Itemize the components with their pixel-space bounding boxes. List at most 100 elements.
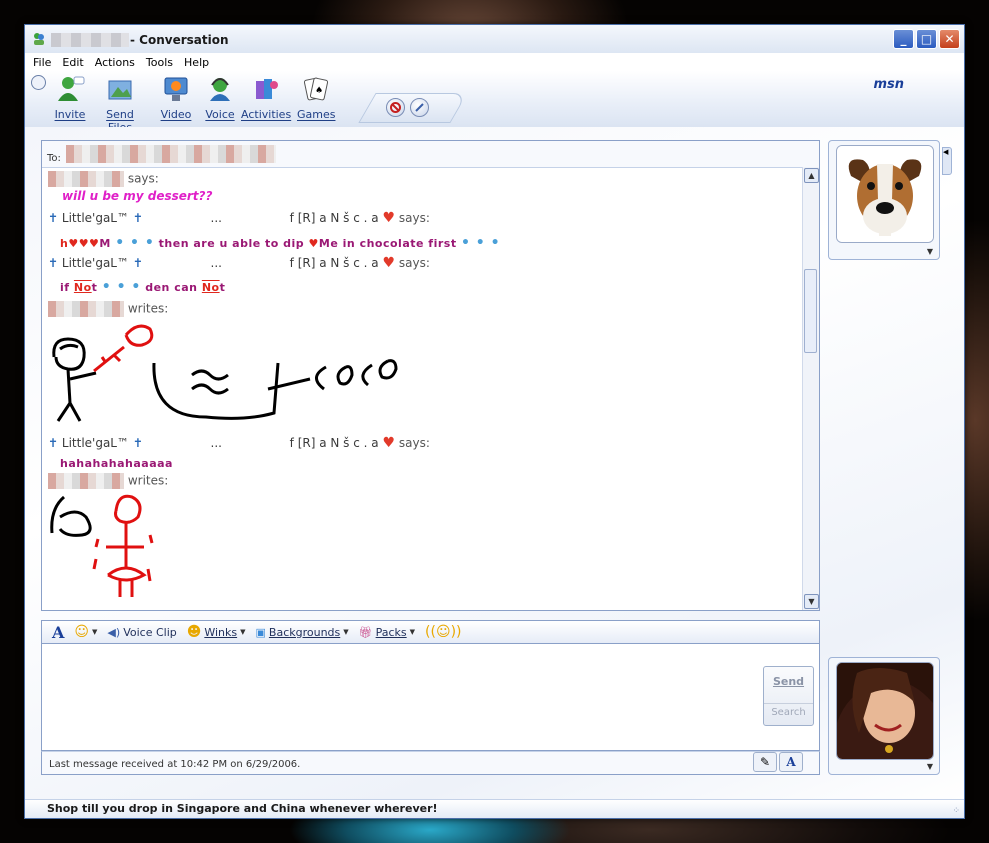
picture-icon: ▣ bbox=[255, 625, 266, 639]
ad-link[interactable]: Shop till you drop in Singapore and Chin… bbox=[47, 802, 438, 815]
heart-icon: ♥ bbox=[382, 255, 396, 271]
last-message-status: Last message received at 10:42 PM on 6/2… bbox=[49, 759, 301, 770]
voice-label: Voice bbox=[205, 108, 235, 121]
writes-label: writes: bbox=[127, 473, 169, 488]
send-button[interactable]: Send Search bbox=[763, 666, 814, 726]
profile-photo bbox=[837, 663, 933, 759]
games-label: Games bbox=[297, 108, 336, 121]
scroll-down-icon[interactable]: ▼ bbox=[804, 594, 819, 609]
own-avatar-panel: ▼ bbox=[828, 657, 940, 775]
voice-clip-button[interactable]: ◀) Voice Clip bbox=[107, 626, 176, 639]
font-icon[interactable]: A bbox=[52, 623, 64, 642]
contact-avatar[interactable] bbox=[836, 145, 934, 243]
recipient-name-redacted bbox=[66, 145, 276, 163]
packs-button[interactable]: 🎁︎ Packs ▼ bbox=[359, 626, 415, 639]
message-part: t bbox=[91, 281, 98, 294]
sender-name-redacted bbox=[48, 473, 124, 489]
invite-button[interactable]: Invite bbox=[53, 75, 87, 121]
handwriting-mode-icon[interactable]: ✎ bbox=[753, 752, 777, 772]
says-label: says: bbox=[127, 171, 159, 186]
menu-help[interactable]: Help bbox=[184, 56, 209, 69]
menu-tools[interactable]: Tools bbox=[146, 56, 173, 69]
menu-bar: File Edit Actions Tools Help bbox=[25, 53, 964, 71]
send-label: Send bbox=[772, 675, 805, 688]
dots-icon: • • • bbox=[101, 279, 141, 295]
maximize-button[interactable]: □ bbox=[916, 29, 937, 49]
message-input[interactable] bbox=[41, 643, 820, 751]
avatar-menu-chevron-down-icon[interactable]: ▼ bbox=[927, 762, 933, 771]
to-label: To: bbox=[47, 153, 61, 164]
resize-grip-icon[interactable]: ⁘ bbox=[952, 806, 960, 816]
sender-name-redacted bbox=[48, 171, 124, 187]
toolbar: Invite Send Files Video Voice Activ bbox=[25, 71, 964, 134]
voice-button[interactable]: Voice bbox=[203, 75, 237, 121]
person-emoticon-icon: ✝ bbox=[132, 256, 143, 270]
dog-photo bbox=[837, 146, 933, 242]
collapse-panel-button[interactable]: ◀ bbox=[942, 147, 952, 175]
no-emoticon-icon: No bbox=[73, 281, 92, 294]
voice-clip-label: Voice Clip bbox=[123, 625, 177, 639]
conversation-history: To: says: will u be my dessert?? ✝ Littl… bbox=[41, 140, 820, 611]
says-label: says: bbox=[398, 436, 430, 450]
message-part: den can bbox=[145, 281, 198, 294]
games-button[interactable]: ♠ Games bbox=[297, 75, 336, 121]
format-toolbar: A ☺ ▼ ◀) Voice Clip ☻ Winks ▼ ▣ Backgrou… bbox=[41, 620, 820, 643]
nudge-button[interactable]: ((☺)) bbox=[425, 624, 461, 640]
sender-alias: f [R] a N š c . a bbox=[289, 256, 379, 270]
video-label: Video bbox=[160, 108, 192, 121]
backgrounds-label: Backgrounds bbox=[268, 625, 341, 639]
activities-button[interactable]: Activities bbox=[241, 75, 291, 121]
avatar-menu-chevron-down-icon[interactable]: ▼ bbox=[927, 247, 933, 256]
dots-icon: • • • bbox=[115, 235, 155, 251]
message-list[interactable]: says: will u be my dessert?? ✝ Little'ga… bbox=[42, 167, 803, 610]
invite-label: Invite bbox=[54, 108, 86, 121]
sender-name-redacted bbox=[48, 301, 124, 317]
toolbar-collapse-button[interactable] bbox=[31, 75, 46, 90]
person-emoticon-icon: ✝ bbox=[48, 256, 59, 270]
message-text: will u be my dessert?? bbox=[62, 189, 213, 203]
minimize-button[interactable]: _ bbox=[893, 29, 914, 49]
winks-button[interactable]: ☻ Winks ▼ bbox=[187, 624, 246, 640]
msn-logo: msn bbox=[873, 77, 904, 92]
contact-name-redacted bbox=[51, 33, 129, 47]
paint-brush-icon[interactable] bbox=[410, 98, 429, 117]
says-label: says: bbox=[398, 256, 430, 270]
search-button[interactable]: Search bbox=[764, 703, 813, 718]
backgrounds-button[interactable]: ▣ Backgrounds ▼ bbox=[256, 626, 349, 639]
menu-edit[interactable]: Edit bbox=[62, 56, 83, 69]
message-text: hahahahahaaaaa bbox=[60, 457, 173, 470]
menu-file[interactable]: File bbox=[33, 56, 51, 69]
own-avatar[interactable] bbox=[836, 662, 934, 760]
menu-actions[interactable]: Actions bbox=[95, 56, 135, 69]
scroll-thumb[interactable] bbox=[804, 269, 817, 353]
status-bar: Last message received at 10:42 PM on 6/2… bbox=[41, 751, 820, 775]
conversation-window: - Conversation _ □ ✕ File Edit Actions T… bbox=[24, 24, 965, 819]
chevron-down-icon: ▼ bbox=[409, 628, 416, 636]
person-emoticon-icon: ✝ bbox=[48, 211, 59, 225]
separator: ... bbox=[210, 256, 222, 270]
heart-icon: ♥ bbox=[382, 210, 396, 226]
svg-text:♠: ♠ bbox=[315, 86, 323, 96]
sender-alias: f [R] a N š c . a bbox=[289, 211, 379, 225]
history-scrollbar[interactable]: ▲ ▼ bbox=[802, 167, 819, 610]
chevron-down-icon: ▼ bbox=[92, 628, 98, 636]
video-button[interactable]: Video bbox=[159, 75, 193, 121]
heart-icon: ♥ bbox=[308, 237, 319, 250]
sender-alias: f [R] a N š c . a bbox=[289, 436, 379, 450]
block-icon[interactable] bbox=[386, 98, 405, 117]
title-bar[interactable]: - Conversation _ □ ✕ bbox=[25, 25, 964, 54]
text-mode-icon[interactable]: A bbox=[779, 752, 803, 772]
message-part: Me in chocolate first bbox=[318, 237, 457, 250]
gift-icon: 🎁︎ bbox=[358, 625, 373, 639]
message-header: says: bbox=[48, 171, 159, 187]
handwriting-drawing bbox=[52, 324, 398, 422]
scroll-up-icon[interactable]: ▲ bbox=[804, 168, 819, 183]
speaker-icon: ◀) bbox=[107, 625, 121, 639]
emoticons-button[interactable]: ☺ ▼ bbox=[74, 624, 97, 640]
handwriting-drawing bbox=[50, 494, 154, 597]
close-button[interactable]: ✕ bbox=[939, 29, 960, 49]
writes-label: writes: bbox=[127, 301, 169, 316]
message-part: then are u able to dip bbox=[158, 237, 305, 250]
send-files-button[interactable]: Send Files bbox=[93, 75, 147, 134]
sender-name: Little'gaL™ bbox=[61, 211, 129, 225]
